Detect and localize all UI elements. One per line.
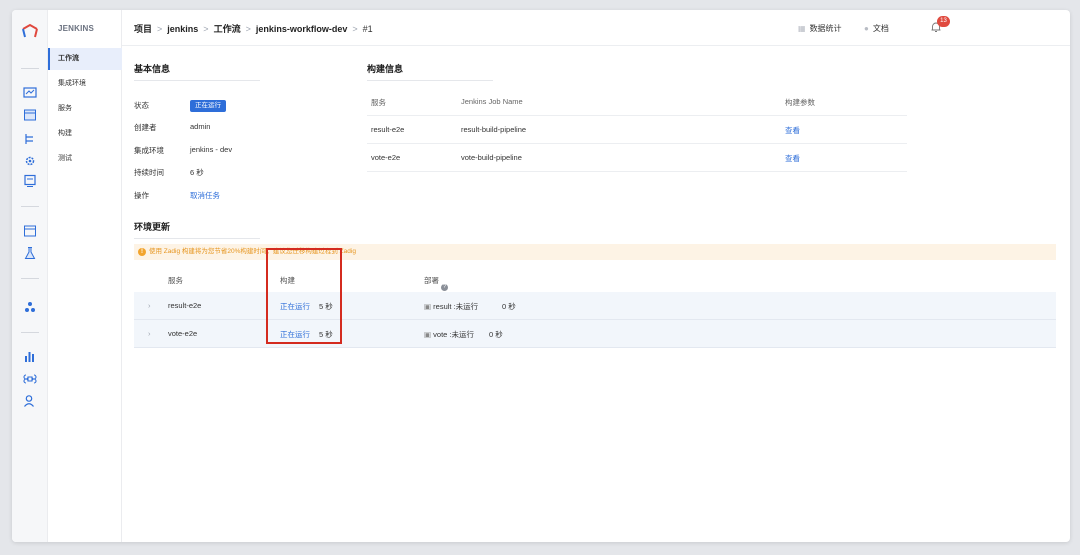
action-key: 操作	[134, 191, 149, 200]
breadcrumb-section[interactable]: 工作流	[214, 24, 241, 34]
breadcrumb-separator: >	[352, 24, 358, 34]
cancel-task-link[interactable]: 取消任务	[190, 190, 220, 201]
header-params: 构建参数	[785, 98, 815, 107]
divider	[21, 278, 39, 279]
duration-value: 6 秒	[190, 168, 204, 177]
creator-value: admin	[190, 122, 211, 131]
table-header: 服务 Jenkins Job Name 构建参数	[367, 88, 907, 116]
row-service: result-e2e	[371, 125, 405, 134]
project-nav: JENKINS 工作流 集成环境 服务 构建 测试	[48, 10, 122, 542]
header-deploy-label: 部署	[424, 276, 439, 285]
tree-icon[interactable]	[23, 132, 37, 146]
deploy-icon: ▣	[424, 302, 434, 311]
chart-icon[interactable]	[23, 350, 37, 364]
row-service: vote-e2e	[371, 153, 401, 162]
divider	[21, 68, 39, 69]
creator-key: 创建者	[134, 123, 157, 132]
header-job: Jenkins Job Name	[461, 97, 523, 106]
breadcrumb-separator: >	[245, 24, 251, 34]
header-deploy: 部署?	[424, 275, 448, 291]
basic-info-title: 基本信息	[134, 62, 260, 81]
build-info-table: 服务 Jenkins Job Name 构建参数 result-e2e resu…	[367, 88, 907, 172]
env-update-title: 环境更新	[134, 220, 260, 239]
breadcrumb-separator: >	[157, 24, 163, 34]
stats-label: 数据统计	[809, 24, 842, 33]
flask-icon[interactable]	[23, 246, 37, 260]
logo-icon[interactable]	[21, 22, 39, 40]
calendar-icon[interactable]	[23, 108, 37, 122]
view-params-link[interactable]: 查看	[785, 153, 800, 164]
notification-badge: 13	[937, 16, 950, 27]
divider	[21, 206, 39, 207]
build-info-title: 构建信息	[367, 62, 493, 81]
deploy-status-text: result :未运行	[433, 302, 479, 311]
header-service: 服务	[168, 276, 183, 285]
status-key: 状态	[134, 101, 149, 110]
divider	[21, 332, 39, 333]
status-badge: 正在运行	[190, 100, 226, 112]
gear-icon[interactable]	[23, 154, 37, 168]
nav-item-test[interactable]: 测试	[48, 148, 122, 170]
breadcrumb-project[interactable]: jenkins	[167, 24, 198, 34]
icon-rail	[12, 10, 48, 542]
duration-key: 持续时间	[134, 168, 164, 177]
question-icon: ●	[864, 24, 869, 33]
deploy-status-text: vote :未运行	[433, 330, 475, 339]
breadcrumb: 项目 > jenkins > 工作流 > jenkins-workflow-dev > #1	[134, 22, 373, 35]
project-name: JENKINS	[58, 24, 95, 33]
nav-item-services[interactable]: 服务	[48, 98, 122, 120]
screen-icon[interactable]	[23, 174, 37, 188]
docs-label: 文档	[872, 24, 889, 33]
nav-item-workflow[interactable]: 工作流	[48, 48, 122, 70]
env-value: jenkins - dev	[190, 145, 233, 154]
help-icon[interactable]: ?	[441, 284, 448, 291]
deploy-status: ▣ vote :未运行	[424, 329, 474, 340]
deploy-icon: ▣	[424, 330, 434, 339]
row-service: result-e2e	[168, 301, 202, 310]
main-content: 基本信息 状态 正在运行 创建者 admin 集成环境 jenkins - dev 持…	[122, 46, 1070, 542]
header-service: 服务	[371, 98, 386, 107]
highlight-annotation-box	[266, 248, 342, 344]
stats-link[interactable]: ▦ 数据统计	[798, 23, 842, 34]
command-icon[interactable]	[23, 372, 37, 386]
expand-chevron-icon[interactable]: ›	[148, 301, 151, 310]
docs-link[interactable]: ● 文档	[864, 23, 889, 34]
deploy-time: 0 秒	[489, 330, 503, 339]
app-window: JENKINS 工作流 集成环境 服务 构建 测试 项目 > jenkins > 工作流…	[12, 10, 1070, 542]
user-icon[interactable]	[23, 394, 37, 408]
breadcrumb-root[interactable]: 项目	[134, 24, 152, 34]
deploy-status: ▣ result :未运行	[424, 301, 478, 312]
env-key: 集成环境	[134, 146, 164, 155]
row-job: vote-build-pipeline	[461, 153, 522, 162]
breadcrumb-workflow[interactable]: jenkins-workflow-dev	[256, 24, 348, 34]
nav-item-environment[interactable]: 集成环境	[48, 73, 122, 95]
breadcrumb-separator: >	[203, 24, 209, 34]
board-icon[interactable]	[23, 224, 37, 238]
monitor-icon[interactable]	[23, 86, 37, 100]
row-job: result-build-pipeline	[461, 125, 527, 134]
table-row: result-e2e result-build-pipeline 查看	[367, 116, 907, 144]
cluster-icon[interactable]	[23, 300, 37, 314]
view-params-link[interactable]: 查看	[785, 125, 800, 136]
nav-item-build[interactable]: 构建	[48, 123, 122, 145]
row-service: vote-e2e	[168, 329, 198, 338]
deploy-time: 0 秒	[502, 302, 516, 311]
top-header: 项目 > jenkins > 工作流 > jenkins-workflow-dev > #1 ▦…	[122, 10, 1070, 46]
expand-chevron-icon[interactable]: ›	[148, 329, 151, 338]
table-row: vote-e2e vote-build-pipeline 查看	[367, 144, 907, 172]
info-icon: !	[138, 248, 146, 256]
breadcrumb-run: #1	[362, 24, 373, 34]
chart-icon: ▦	[798, 24, 806, 33]
